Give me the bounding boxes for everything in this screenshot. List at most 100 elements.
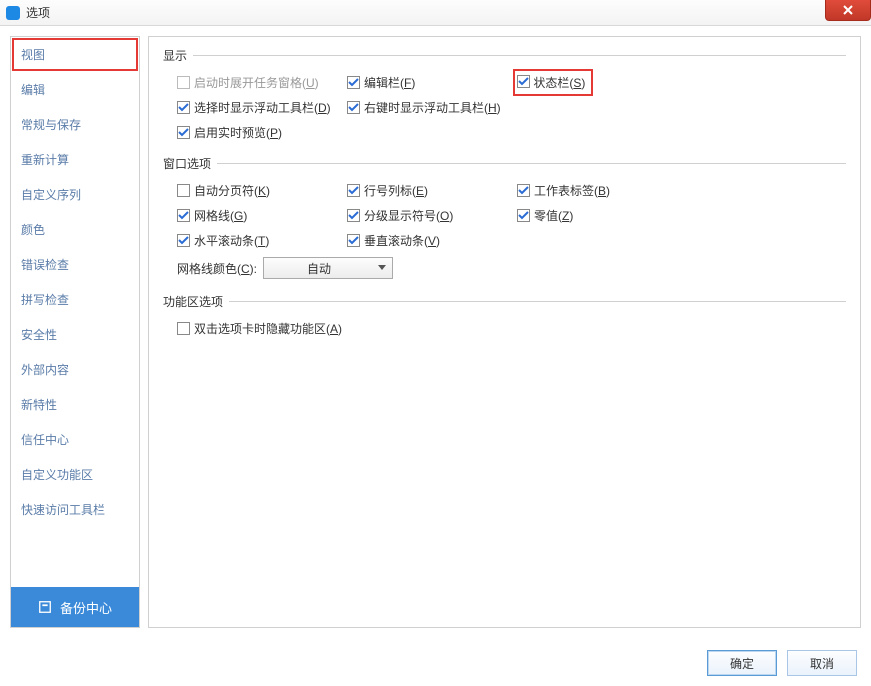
checkbox-outline-sym[interactable]: [347, 209, 360, 222]
button-label: 取消: [810, 655, 834, 672]
checkbox-rclick-toolbar[interactable]: [347, 101, 360, 114]
checkbox-dblclick-hide[interactable]: [177, 322, 190, 335]
check-icon: [518, 210, 529, 221]
sidebar-item-custom-ribbon[interactable]: 自定义功能区: [11, 457, 139, 492]
sidebar-item-label: 外部内容: [21, 363, 69, 377]
sidebar-list: 视图 编辑 常规与保存 重新计算 自定义序列 颜色 错误检查 拼写检查 安全性 …: [11, 37, 139, 587]
label-float-toolbar[interactable]: 选择时显示浮动工具栏(D): [194, 99, 331, 116]
sidebar-item-spell-check[interactable]: 拼写检查: [11, 282, 139, 317]
label-dblclick-hide[interactable]: 双击选项卡时隐藏功能区(A): [194, 320, 342, 337]
sidebar-item-quick-access[interactable]: 快速访问工具栏: [11, 492, 139, 527]
label-gridline-color: 网格线颜色(C):: [177, 260, 257, 277]
checkbox-live-preview[interactable]: [177, 126, 190, 139]
sidebar-item-error-check[interactable]: 错误检查: [11, 247, 139, 282]
section-title-window: 窗口选项: [163, 155, 846, 172]
sidebar-item-color[interactable]: 颜色: [11, 212, 139, 247]
checkbox-startup-taskpane: [177, 76, 190, 89]
check-icon: [348, 235, 359, 246]
sidebar-item-general[interactable]: 常规与保存: [11, 107, 139, 142]
app-icon: [6, 6, 20, 20]
sidebar-item-label: 拼写检查: [21, 293, 69, 307]
checkbox-page-breaks[interactable]: [177, 184, 190, 197]
checkbox-status-bar[interactable]: [517, 75, 530, 88]
sidebar-item-trust-center[interactable]: 信任中心: [11, 422, 139, 457]
sidebar-item-label: 视图: [21, 48, 45, 62]
label-live-preview[interactable]: 启用实时预览(P): [194, 124, 282, 141]
label-row-col-hdr[interactable]: 行号列标(E): [364, 182, 428, 199]
sidebar-item-label: 快速访问工具栏: [21, 503, 105, 517]
dialog-footer: 确定 取消: [707, 650, 857, 676]
highlight-status-bar: 状态栏(S): [515, 71, 591, 94]
divider: [229, 301, 846, 302]
sidebar-item-label: 颜色: [21, 223, 45, 237]
check-icon: [518, 185, 529, 196]
checkbox-zero-values[interactable]: [517, 209, 530, 222]
close-icon: [842, 4, 854, 16]
sidebar-item-edit[interactable]: 编辑: [11, 72, 139, 107]
label-outline-sym[interactable]: 分级显示符号(O): [364, 207, 453, 224]
section-title-label: 窗口选项: [163, 155, 211, 172]
checkbox-vscroll[interactable]: [347, 234, 360, 247]
title-bar: 选项: [0, 0, 871, 26]
dropdown-value: 自动: [307, 260, 331, 277]
check-icon: [178, 102, 189, 113]
check-icon: [518, 76, 529, 87]
cancel-button[interactable]: 取消: [787, 650, 857, 676]
divider: [217, 163, 846, 164]
backup-icon: [38, 600, 52, 614]
label-sheet-tabs[interactable]: 工作表标签(B): [534, 182, 610, 199]
section-ribbon: 功能区选项 双击选项卡时隐藏功能区(A): [163, 293, 846, 337]
label-page-breaks[interactable]: 自动分页符(K): [194, 182, 270, 199]
section-title-display: 显示: [163, 47, 846, 64]
sidebar-item-label: 重新计算: [21, 153, 69, 167]
label-startup-taskpane: 启动时展开任务窗格(U): [194, 74, 319, 91]
close-button[interactable]: [825, 0, 871, 21]
sidebar-item-custom-seq[interactable]: 自定义序列: [11, 177, 139, 212]
sidebar-item-external[interactable]: 外部内容: [11, 352, 139, 387]
check-icon: [348, 77, 359, 88]
sidebar-item-new-features[interactable]: 新特性: [11, 387, 139, 422]
label-status-bar[interactable]: 状态栏(S): [533, 76, 585, 90]
sidebar-item-label: 自定义功能区: [21, 468, 93, 482]
sidebar-item-label: 信任中心: [21, 433, 69, 447]
sidebar-item-recalc[interactable]: 重新计算: [11, 142, 139, 177]
sidebar-item-label: 常规与保存: [21, 118, 81, 132]
check-icon: [178, 210, 189, 221]
label-rclick-toolbar[interactable]: 右键时显示浮动工具栏(H): [364, 99, 501, 116]
label-vscroll[interactable]: 垂直滚动条(V): [364, 232, 440, 249]
window-title: 选项: [26, 4, 50, 21]
section-title-label: 功能区选项: [163, 293, 223, 310]
backup-center-button[interactable]: 备份中心: [11, 587, 139, 627]
section-window: 窗口选项 自动分页符(K) 行号列标(E) 工作表标签(B): [163, 155, 846, 279]
section-title-ribbon: 功能区选项: [163, 293, 846, 310]
check-icon: [178, 235, 189, 246]
check-icon: [348, 210, 359, 221]
checkbox-gridlines[interactable]: [177, 209, 190, 222]
checkbox-formula-bar[interactable]: [347, 76, 360, 89]
sidebar-item-view[interactable]: 视图: [11, 37, 139, 72]
sidebar: 视图 编辑 常规与保存 重新计算 自定义序列 颜色 错误检查 拼写检查 安全性 …: [10, 36, 140, 628]
sidebar-item-label: 新特性: [21, 398, 57, 412]
sidebar-item-security[interactable]: 安全性: [11, 317, 139, 352]
label-gridlines[interactable]: 网格线(G): [194, 207, 247, 224]
section-display: 显示 启动时展开任务窗格(U) 编辑栏(F) 状态栏(S): [163, 47, 846, 141]
ok-button[interactable]: 确定: [707, 650, 777, 676]
label-formula-bar[interactable]: 编辑栏(F): [364, 74, 415, 91]
sidebar-item-label: 错误检查: [21, 258, 69, 272]
label-zero-values[interactable]: 零值(Z): [534, 207, 573, 224]
sidebar-item-label: 安全性: [21, 328, 57, 342]
checkbox-float-toolbar[interactable]: [177, 101, 190, 114]
checkbox-sheet-tabs[interactable]: [517, 184, 530, 197]
checkbox-hscroll[interactable]: [177, 234, 190, 247]
checkbox-row-col-hdr[interactable]: [347, 184, 360, 197]
label-hscroll[interactable]: 水平滚动条(T): [194, 232, 269, 249]
backup-label: 备份中心: [60, 598, 112, 617]
dropdown-gridline-color[interactable]: 自动: [263, 257, 393, 279]
divider: [193, 55, 846, 56]
chevron-down-icon: [378, 265, 386, 270]
sidebar-item-label: 编辑: [21, 83, 45, 97]
sidebar-item-label: 自定义序列: [21, 188, 81, 202]
section-title-label: 显示: [163, 47, 187, 64]
check-icon: [178, 127, 189, 138]
content-panel: 显示 启动时展开任务窗格(U) 编辑栏(F) 状态栏(S): [148, 36, 861, 628]
